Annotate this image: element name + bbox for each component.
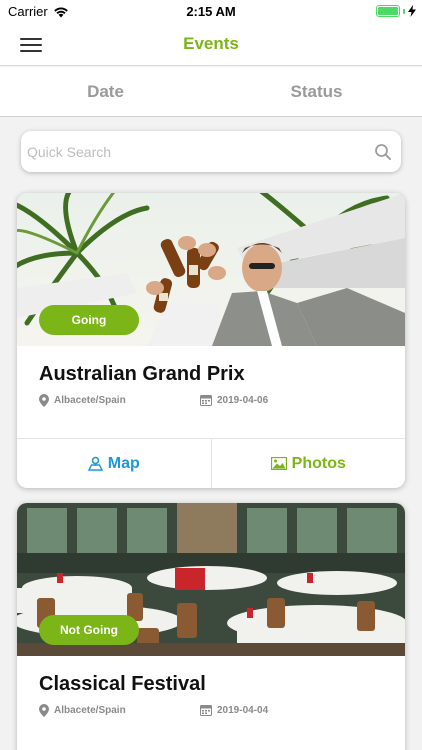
event-card[interactable]: Going Australian Grand Prix Albacete/Spa… bbox=[17, 193, 405, 488]
battery-icon bbox=[376, 5, 400, 17]
search-input[interactable] bbox=[21, 131, 373, 172]
page-title: Events bbox=[183, 34, 239, 53]
date-text: 2019-04-06 bbox=[217, 394, 269, 406]
location-text: Albacete/Spain bbox=[54, 395, 126, 406]
status-badge: Going bbox=[39, 305, 139, 335]
tab-date[interactable]: Date bbox=[0, 67, 211, 116]
clock: 2:15 AM bbox=[186, 4, 236, 19]
photos-label: Photos bbox=[291, 454, 346, 472]
event-date: 2019-04-04 bbox=[200, 704, 268, 716]
calendar-icon bbox=[200, 705, 212, 716]
event-title: Classical Festival bbox=[39, 673, 206, 695]
map-icon bbox=[87, 456, 103, 471]
event-card[interactable]: Not Going Classical Festival Albacete/Sp… bbox=[17, 503, 405, 750]
status-badge: Not Going bbox=[39, 615, 139, 645]
status-bar: Carrier 2:15 AM bbox=[0, 0, 422, 22]
nav-bar: Events bbox=[0, 22, 422, 66]
event-photo: Not Going bbox=[17, 503, 405, 656]
location-text: Albacete/Spain bbox=[54, 705, 126, 716]
event-title: Australian Grand Prix bbox=[39, 363, 245, 385]
event-location: Albacete/Spain bbox=[39, 394, 126, 407]
event-location: Albacete/Spain bbox=[39, 704, 126, 717]
event-photo: Going bbox=[17, 193, 405, 346]
map-label: Map bbox=[107, 454, 140, 472]
search-icon[interactable] bbox=[373, 142, 393, 162]
map-button[interactable]: Map bbox=[17, 439, 211, 488]
search-bar bbox=[21, 131, 401, 172]
card-actions: Map Photos bbox=[17, 438, 405, 488]
filter-tabs: Date Status bbox=[0, 67, 422, 117]
charging-bolt-icon bbox=[408, 5, 416, 17]
event-date: 2019-04-06 bbox=[200, 394, 268, 406]
app: Carrier 2:15 AM Events Date Status Quick… bbox=[0, 0, 422, 750]
location-pin-icon bbox=[39, 394, 49, 407]
calendar-icon bbox=[200, 395, 212, 406]
location-pin-icon bbox=[39, 704, 49, 717]
photo-icon bbox=[270, 457, 287, 470]
photos-button[interactable]: Photos bbox=[210, 439, 406, 488]
tab-status[interactable]: Status bbox=[211, 67, 422, 116]
date-text: 2019-04-04 bbox=[217, 704, 269, 716]
